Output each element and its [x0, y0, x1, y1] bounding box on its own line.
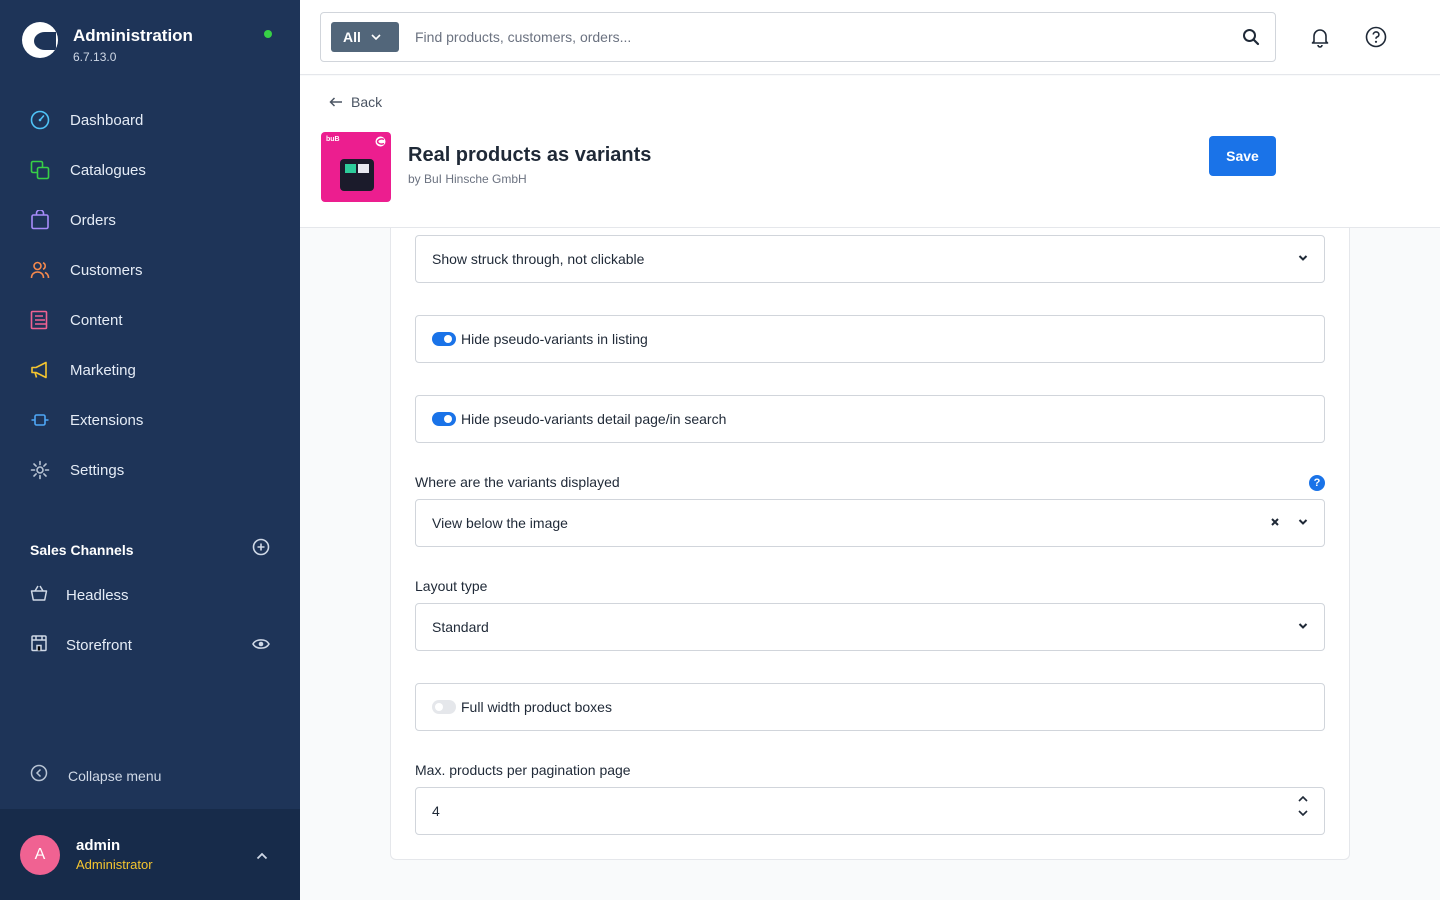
arrow-left-icon — [329, 97, 342, 107]
orders-icon — [30, 210, 50, 230]
search-input[interactable] — [415, 29, 1231, 45]
search-button[interactable] — [1231, 17, 1271, 57]
sidebar-item-extensions[interactable]: Extensions — [0, 395, 300, 445]
sales-channel-headless[interactable]: Headless — [30, 580, 270, 610]
sidebar-item-label: Dashboard — [70, 111, 144, 129]
layout-type-select[interactable]: Standard — [415, 603, 1325, 651]
marketing-icon — [30, 360, 50, 380]
bell-icon[interactable] — [1308, 25, 1332, 49]
toggle-label: Hide pseudo-variants detail page/in sear… — [461, 411, 727, 427]
sales-channel-label: Headless — [66, 586, 129, 604]
field-label: Layout type — [415, 578, 488, 594]
catalogues-icon — [30, 160, 50, 180]
quantity-stepper[interactable] — [1298, 796, 1308, 816]
sidebar-item-label: Customers — [70, 261, 143, 279]
sidebar-item-label: Catalogues — [70, 161, 146, 179]
full-width-toggle-row: Full width product boxes — [415, 683, 1325, 731]
eye-icon[interactable] — [252, 637, 270, 656]
app-title: Administration — [73, 26, 193, 45]
plugin-config-card: Show struck through, not clickable Hide … — [390, 228, 1350, 860]
max-products-number-field[interactable]: 4 — [415, 787, 1325, 835]
field-label: Where are the variants displayed — [415, 474, 620, 490]
sidebar-item-catalogues[interactable]: Catalogues — [0, 145, 300, 195]
help-tooltip-icon[interactable]: ? — [1309, 475, 1325, 491]
online-status-dot — [264, 30, 272, 38]
back-link[interactable]: Back — [329, 94, 382, 110]
select-value: Show struck through, not clickable — [432, 251, 645, 267]
sales-channel-label: Storefront — [66, 636, 132, 654]
settings-icon — [30, 460, 50, 480]
toggle-label: Hide pseudo-variants in listing — [461, 331, 648, 347]
clear-icon[interactable] — [1270, 517, 1280, 527]
plugin-screen-graphic — [340, 159, 374, 191]
select-value: Standard — [432, 619, 489, 635]
back-label: Back — [351, 94, 383, 110]
sidebar-item-marketing[interactable]: Marketing — [0, 345, 300, 395]
save-button[interactable]: Save — [1209, 136, 1276, 176]
search-icon — [1243, 29, 1260, 46]
sidebar-item-label: Orders — [70, 211, 116, 229]
dashboard-icon — [30, 110, 50, 130]
chevron-up-icon[interactable] — [1298, 796, 1308, 802]
hide-in-listing-toggle-row: Hide pseudo-variants in listing — [415, 315, 1325, 363]
sidebar-item-dashboard[interactable]: Dashboard — [0, 95, 300, 145]
sidebar-item-orders[interactable]: Orders — [0, 195, 300, 245]
user-name: admin — [76, 837, 121, 854]
plugin-logo-text: buB — [326, 136, 340, 143]
chevron-left-circle-icon — [30, 764, 48, 787]
content-icon — [30, 310, 50, 330]
chevron-down-icon — [1298, 623, 1308, 629]
hide-in-detail-switch[interactable] — [432, 412, 456, 426]
hide-in-detail-toggle-row: Hide pseudo-variants detail page/in sear… — [415, 395, 1325, 443]
sidebar-item-settings[interactable]: Settings — [0, 445, 300, 495]
sales-channels-title: Sales Channels — [30, 541, 134, 558]
collapse-menu-label: Collapse menu — [68, 767, 162, 784]
chevron-down-icon[interactable] — [1298, 810, 1308, 816]
sidebar-item-customers[interactable]: Customers — [0, 245, 300, 295]
chevron-down-icon — [1298, 519, 1308, 525]
sales-channels-header: Sales Channels — [30, 538, 270, 561]
plugin-author: by BuI Hinsche GmbH — [408, 172, 527, 186]
main-nav: Dashboard Catalogues Orders Customers Co… — [0, 95, 300, 495]
user-menu[interactable]: A admin Administrator — [0, 809, 300, 900]
user-role: Administrator — [76, 857, 153, 872]
avatar: A — [20, 834, 60, 875]
sidebar-item-label: Settings — [70, 461, 125, 479]
page-header: Back buB Real products as variants by Bu… — [300, 76, 1440, 228]
help-icon[interactable] — [1364, 25, 1388, 49]
full-width-switch[interactable] — [432, 700, 456, 714]
sidebar-item-label: Marketing — [70, 361, 136, 379]
storefront-icon — [30, 634, 48, 657]
top-bar: All — [300, 0, 1440, 75]
search-scope-label: All — [343, 29, 361, 45]
chevron-up-icon[interactable] — [256, 847, 268, 865]
plugin-logo: buB — [321, 132, 391, 202]
shopware-mark-icon — [375, 136, 386, 147]
extensions-icon — [30, 410, 50, 430]
page-title: Real products as variants — [408, 144, 652, 166]
display-position-select[interactable]: View below the image — [415, 499, 1325, 547]
customers-icon — [30, 260, 50, 280]
hide-in-listing-switch[interactable] — [432, 332, 456, 346]
brand[interactable]: Administration 6.7.13.0 — [22, 22, 193, 64]
chevron-down-icon — [1298, 255, 1308, 261]
chevron-down-icon — [371, 34, 381, 40]
unavailable-variants-select[interactable]: Show struck through, not clickable — [415, 235, 1325, 283]
basket-icon — [30, 584, 48, 607]
sidebar: Administration 6.7.13.0 Dashboard Catalo… — [0, 0, 300, 900]
select-value: View below the image — [432, 515, 568, 531]
add-sales-channel-icon[interactable] — [252, 538, 270, 561]
toggle-label: Full width product boxes — [461, 699, 612, 715]
sales-channel-storefront[interactable]: Storefront — [30, 630, 270, 660]
field-label: Max. products per pagination page — [415, 762, 631, 778]
search-scope-select[interactable]: All — [331, 22, 399, 52]
sidebar-item-content[interactable]: Content — [0, 295, 300, 345]
collapse-menu-button[interactable]: Collapse menu — [30, 764, 161, 787]
number-value: 4 — [432, 803, 440, 819]
sidebar-item-label: Extensions — [70, 411, 144, 429]
app-version: 6.7.13.0 — [73, 50, 117, 64]
global-search: All — [320, 12, 1276, 62]
shopware-logo — [22, 22, 58, 58]
sidebar-item-label: Content — [70, 311, 123, 329]
